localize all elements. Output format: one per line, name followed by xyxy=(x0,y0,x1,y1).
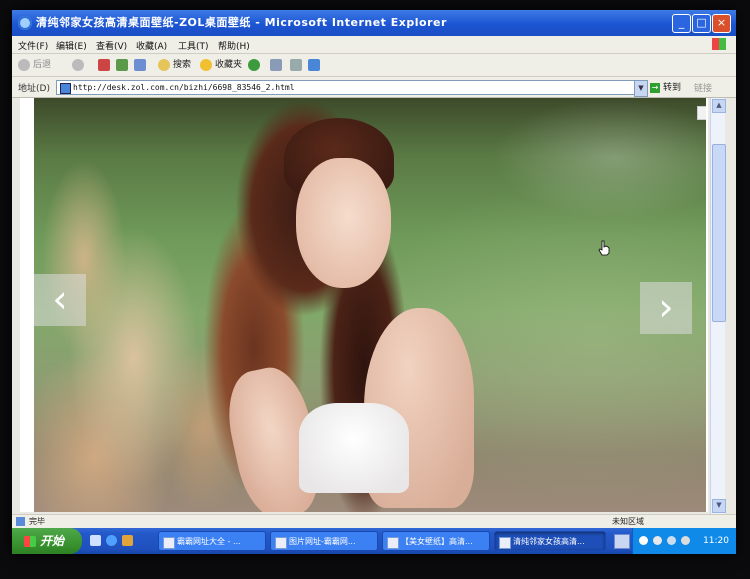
address-bar: 地址(D) http://desk.zol.com.cn/bizhi/6698_… xyxy=(12,77,736,98)
clock: 11:20 xyxy=(703,536,729,546)
volume-icon[interactable] xyxy=(681,536,690,545)
scroll-thumb[interactable] xyxy=(712,144,726,322)
hand-cursor-icon xyxy=(598,240,610,256)
corner-box[interactable] xyxy=(697,106,706,120)
back-label: 后退 xyxy=(33,60,52,70)
address-url: http://desk.zol.com.cn/bizhi/6698_83546_… xyxy=(73,83,295,92)
maximize-button[interactable]: □ xyxy=(692,14,711,33)
system-tray: 11:20 xyxy=(632,528,736,554)
task-ie-icon xyxy=(499,537,511,549)
minimize-button[interactable]: _ xyxy=(672,14,691,33)
page-content: ‹ › xyxy=(20,98,708,512)
mail-button[interactable] xyxy=(270,58,285,72)
status-text: 完毕 xyxy=(29,517,45,526)
start-button[interactable]: 开始 xyxy=(12,528,82,554)
refresh-icon xyxy=(116,58,128,71)
forward-button[interactable] xyxy=(72,58,87,72)
close-button[interactable]: × xyxy=(712,14,731,33)
menu-view[interactable]: 查看(V) xyxy=(96,39,127,52)
windows-flag-icon xyxy=(712,38,726,50)
address-input[interactable]: http://desk.zol.com.cn/bizhi/6698_83546_… xyxy=(56,80,644,95)
stop-icon xyxy=(98,58,110,71)
back-arrow-icon xyxy=(18,58,30,71)
search-button[interactable]: 搜索 xyxy=(158,58,191,72)
window-title: 清纯邻家女孩高清桌面壁纸-ZOL桌面壁纸 - Microsoft Interne… xyxy=(36,16,447,29)
keyboard-icon[interactable] xyxy=(614,534,630,549)
task-label-3: 【美女壁纸】高清... xyxy=(401,537,473,546)
forward-arrow-icon xyxy=(72,58,84,71)
refresh-button[interactable] xyxy=(116,58,131,72)
menu-tools[interactable]: 工具(T) xyxy=(178,39,209,52)
favorites-label: 收藏夹 xyxy=(215,60,243,70)
network-icon[interactable] xyxy=(639,536,648,545)
page-icon xyxy=(60,83,71,94)
history-icon xyxy=(248,58,260,71)
task-label-2: 图片网址-霸霸网... xyxy=(289,537,356,546)
back-button[interactable]: 后退 xyxy=(18,58,51,72)
show-desktop-icon[interactable] xyxy=(90,535,101,546)
messenger-icon xyxy=(308,58,320,71)
windows-logo-icon xyxy=(24,536,36,547)
qq-icon[interactable] xyxy=(122,535,133,546)
stop-button[interactable] xyxy=(98,58,113,72)
chevron-down-icon[interactable]: ▼ xyxy=(634,80,648,97)
scroll-up-icon[interactable]: ▲ xyxy=(712,99,726,113)
scroll-down-icon[interactable]: ▼ xyxy=(712,499,726,513)
task-button-2[interactable]: 图片网址-霸霸网... xyxy=(270,531,378,551)
favorites-button[interactable]: 收藏夹 xyxy=(200,58,242,72)
search-label: 搜索 xyxy=(173,60,192,70)
search-icon xyxy=(158,58,170,71)
antivirus-icon[interactable] xyxy=(653,536,662,545)
messenger-button[interactable] xyxy=(308,58,323,72)
task-ie-icon xyxy=(387,537,399,549)
star-icon xyxy=(200,58,212,71)
vertical-scrollbar[interactable]: ▲ ▼ xyxy=(710,98,726,514)
home-button[interactable] xyxy=(134,58,149,72)
task-ie-icon xyxy=(163,537,175,549)
page-done-icon xyxy=(16,517,25,526)
task-label-1: 霸霸网址大全 - ... xyxy=(177,537,241,546)
go-button[interactable]: → 转到 xyxy=(650,80,681,93)
menu-favorites[interactable]: 收藏(A) xyxy=(136,39,167,52)
links-label[interactable]: 链接 xyxy=(694,81,712,94)
next-image-button[interactable]: › xyxy=(640,282,692,334)
title-bar[interactable]: 清纯邻家女孩高清桌面壁纸-ZOL桌面壁纸 - Microsoft Interne… xyxy=(12,10,736,36)
task-button-3[interactable]: 【美女壁纸】高清... xyxy=(382,531,490,551)
ie-quicklaunch-icon[interactable] xyxy=(106,535,117,546)
toolbar: 后退 搜索 收藏夹 xyxy=(12,54,736,77)
monitor-screen: 清纯邻家女孩高清桌面壁纸-ZOL桌面壁纸 - Microsoft Interne… xyxy=(12,10,736,554)
task-ie-icon xyxy=(275,537,287,549)
wallpaper-photo[interactable] xyxy=(34,98,706,512)
home-icon xyxy=(134,58,146,71)
task-label-4: 清纯邻家女孩高清... xyxy=(513,537,585,546)
go-label: 转到 xyxy=(663,83,682,93)
menu-bar: 文件(F) 编辑(E) 查看(V) 收藏(A) 工具(T) 帮助(H) xyxy=(12,36,736,54)
face xyxy=(296,158,391,288)
address-label: 地址(D) xyxy=(18,84,50,94)
history-button[interactable] xyxy=(248,58,263,72)
taskbar: 开始 霸霸网址大全 - ... 图片网址-霸霸网... 【美女壁纸】高清... … xyxy=(12,528,736,554)
menu-file[interactable]: 文件(F) xyxy=(18,39,48,52)
menu-edit[interactable]: 编辑(E) xyxy=(56,39,87,52)
task-button-4[interactable]: 清纯邻家女孩高清... xyxy=(494,531,606,551)
print-button[interactable] xyxy=(290,58,305,72)
mail-icon xyxy=(270,58,282,71)
status-bar: 完毕 未知区域 xyxy=(12,514,736,529)
white-dress xyxy=(299,403,409,493)
task-button-1[interactable]: 霸霸网址大全 - ... xyxy=(158,531,266,551)
security-zone: 未知区域 xyxy=(612,517,644,526)
menu-help[interactable]: 帮助(H) xyxy=(218,39,250,52)
ie-icon xyxy=(18,16,32,30)
prev-image-button[interactable]: ‹ xyxy=(34,274,86,326)
print-icon xyxy=(290,58,302,71)
go-arrow-icon: → xyxy=(650,83,660,93)
bluetooth-icon[interactable] xyxy=(667,536,676,545)
start-label: 开始 xyxy=(40,534,65,548)
